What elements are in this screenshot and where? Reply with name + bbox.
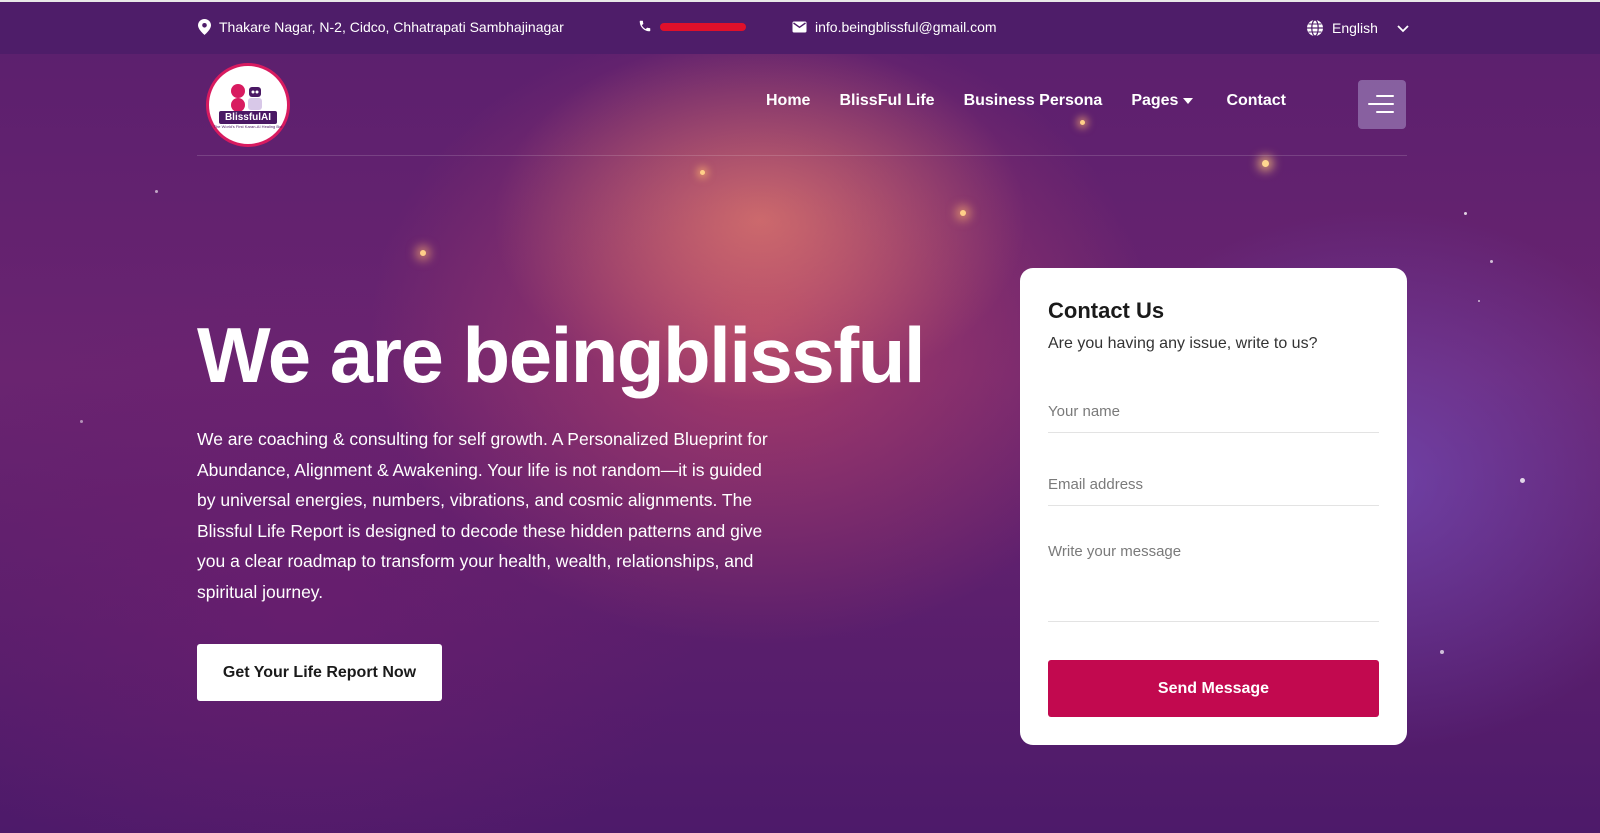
sparkle	[155, 190, 158, 193]
sparkle	[80, 420, 83, 423]
sparkle	[1440, 650, 1444, 654]
menu-toggle-button[interactable]	[1358, 80, 1406, 129]
site-logo[interactable]: BlissfulAI The World's First Karan-AI He…	[206, 63, 290, 147]
sparkle	[1464, 212, 1467, 215]
email-input[interactable]	[1048, 463, 1379, 506]
nav-item-pages-label: Pages	[1131, 92, 1179, 109]
get-life-report-button[interactable]: Get Your Life Report Now	[197, 644, 442, 701]
hero-title: We are beingblissful	[197, 311, 926, 399]
hamburger-line	[1376, 111, 1394, 113]
sparkle	[700, 170, 705, 175]
nav-item-blissful-life[interactable]: BlissFul Life	[839, 92, 934, 110]
logo-wordmark: BlissfulAI	[218, 110, 278, 124]
hamburger-line	[1368, 103, 1394, 105]
nav-item-contact[interactable]: Contact	[1226, 92, 1286, 110]
contact-form-card: Contact Us Are you having any issue, wri…	[1020, 268, 1407, 745]
logo-tagline: The World's First Karan-AI Healing Bot	[213, 123, 283, 129]
name-input[interactable]	[1048, 390, 1379, 433]
bot-icon	[231, 83, 262, 112]
nav-item-pages[interactable]: Pages	[1131, 92, 1194, 110]
sparkle	[960, 210, 966, 216]
sparkle	[420, 250, 426, 256]
send-message-button[interactable]: Send Message	[1048, 660, 1379, 717]
nav-divider	[197, 155, 1407, 156]
sparkle	[1490, 260, 1493, 263]
sparkle	[1262, 160, 1269, 167]
contact-title: Contact Us	[1048, 298, 1165, 323]
main-navigation: BlissfulAI The World's First Karan-AI He…	[0, 0, 1600, 160]
caret-down-icon	[1183, 98, 1194, 104]
hamburger-line	[1376, 95, 1394, 97]
nav-item-home[interactable]: Home	[766, 92, 810, 110]
sparkle	[1478, 300, 1480, 302]
nav-menu: Home BlissFul Life Business Persona Page…	[766, 92, 1286, 110]
nav-item-business-persona[interactable]: Business Persona	[964, 92, 1103, 110]
hero-description: We are coaching & consulting for self gr…	[197, 429, 768, 602]
contact-subtitle: Are you having any issue, write to us?	[1048, 335, 1318, 352]
sparkle	[1520, 478, 1525, 483]
message-textarea[interactable]	[1048, 543, 1379, 622]
